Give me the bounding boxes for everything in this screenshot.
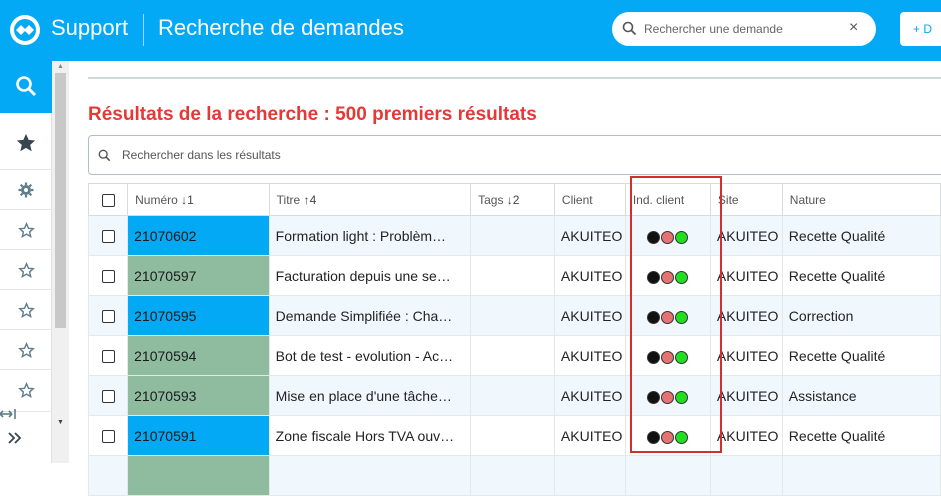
nature-cell: Recette Qualité	[781, 415, 941, 456]
site-cell	[709, 455, 783, 496]
row-select-cell[interactable]	[87, 255, 129, 296]
column-header-titre[interactable]: Titre ↑4	[268, 183, 472, 216]
numero-cell[interactable]: 21070593	[127, 375, 270, 416]
row-select-cell[interactable]	[87, 455, 129, 496]
table-row[interactable]: 21070602 Formation light : Problèm… AKUITE…	[87, 215, 941, 256]
sort-asc-icon: ↑4	[303, 192, 317, 207]
header-divider	[143, 14, 144, 46]
titre-cell[interactable]: Demande Simplifiée : Cha…	[268, 295, 472, 336]
global-search[interactable]: ×	[612, 12, 876, 46]
row-checkbox[interactable]	[101, 390, 115, 404]
sort-desc-icon: ↓2	[506, 192, 520, 207]
ind-client-highlight-box	[630, 176, 722, 453]
content-top-rule	[88, 77, 941, 79]
sidebar-favorites-button[interactable]	[0, 121, 52, 165]
row-checkbox[interactable]	[101, 430, 115, 444]
column-header-nature[interactable]: Nature	[781, 183, 941, 216]
results-search[interactable]	[88, 135, 941, 175]
sidebar-favorite-2[interactable]	[0, 249, 52, 289]
table-row[interactable]: 21070595 Demande Simplifiée : Cha… AKUITEO…	[87, 295, 941, 336]
titre-cell[interactable]: Mise en place d'une tâche…	[268, 375, 472, 416]
table-row[interactable]: 21070594 Bot de test - evolution - Ac… AKU…	[87, 335, 941, 376]
client-cell: AKUITEO	[553, 295, 626, 336]
tags-cell	[470, 415, 555, 456]
sidebar-scrollbar[interactable]: ▲ ▼	[52, 61, 69, 463]
search-icon	[622, 21, 637, 41]
tags-cell	[470, 455, 555, 496]
table-row[interactable]: 21070593 Mise en place d'une tâche… AKUITE…	[87, 375, 941, 416]
nature-cell: Recette Qualité	[781, 255, 941, 296]
client-cell: AKUITEO	[553, 215, 626, 256]
client-cell: AKUITEO	[553, 335, 626, 376]
row-checkbox[interactable]	[101, 350, 115, 364]
column-header-numero[interactable]: Numéro ↓1	[127, 183, 270, 216]
row-select-cell[interactable]	[87, 215, 129, 256]
table-row[interactable]: 21070591 Zone fiscale Hors TVA ouv… AKUITE…	[87, 415, 941, 456]
results-search-input[interactable]	[122, 146, 522, 164]
top-bar: Support Recherche de demandes × + D	[0, 0, 941, 61]
sort-desc-icon: ↓1	[181, 192, 194, 207]
table-row[interactable]: 21070597 Facturation depuis une se… AKUITE…	[87, 255, 941, 296]
support-logo-icon	[10, 15, 40, 45]
column-header-tags[interactable]: Tags ↓2	[470, 183, 555, 216]
ind-client-cell	[624, 455, 711, 496]
tags-cell	[470, 335, 555, 376]
sidebar-favorite-1[interactable]	[0, 209, 52, 249]
sidebar-favorite-4[interactable]	[0, 329, 52, 369]
numero-cell[interactable]: 21070591	[127, 415, 270, 456]
scrollbar-thumb[interactable]	[55, 73, 66, 328]
tags-cell	[470, 375, 555, 416]
client-cell: AKUITEO	[553, 415, 626, 456]
nature-cell: Recette Qualité	[781, 215, 941, 256]
table-header-row: Numéro ↓1 Titre ↑4 Tags ↓2 Client Ind. c…	[87, 183, 941, 216]
column-header-client[interactable]: Client	[553, 183, 626, 216]
global-search-input[interactable]	[644, 19, 844, 39]
select-all-header[interactable]	[87, 183, 129, 216]
tags-cell	[470, 215, 555, 256]
row-checkbox[interactable]	[101, 270, 115, 284]
client-cell: AKUITEO	[553, 375, 626, 416]
row-checkbox[interactable]	[101, 230, 115, 244]
row-checkbox[interactable]	[101, 310, 115, 324]
sidebar-search-button[interactable]	[0, 61, 52, 113]
table-row[interactable]	[87, 455, 941, 496]
titre-cell[interactable]: Zone fiscale Hors TVA ouv…	[268, 415, 472, 456]
numero-cell[interactable]: 21070594	[127, 335, 270, 376]
tags-cell	[470, 295, 555, 336]
nature-cell	[781, 455, 941, 496]
clear-search-icon[interactable]: ×	[849, 19, 858, 37]
results-table: Numéro ↓1 Titre ↑4 Tags ↓2 Client Ind. c…	[87, 183, 941, 496]
nature-cell: Recette Qualité	[781, 335, 941, 376]
scroll-down-icon[interactable]: ▼	[57, 419, 64, 426]
numero-cell[interactable]	[127, 455, 270, 496]
row-select-cell[interactable]	[87, 415, 129, 456]
select-all-checkbox[interactable]	[101, 193, 115, 207]
page-title: Recherche de demandes	[158, 15, 404, 40]
numero-cell[interactable]: 21070597	[127, 255, 270, 296]
new-request-button[interactable]: + D	[900, 12, 941, 46]
row-select-cell[interactable]	[87, 295, 129, 336]
results-title: Résultats de la recherche : 500 premiers…	[88, 104, 537, 125]
titre-cell[interactable]	[268, 455, 472, 496]
titre-cell[interactable]: Formation light : Problèm…	[268, 215, 472, 256]
titre-cell[interactable]: Facturation depuis une se…	[268, 255, 472, 296]
client-cell: AKUITEO	[553, 255, 626, 296]
sidebar-more-button[interactable]	[0, 432, 52, 463]
client-cell	[553, 455, 626, 496]
nature-cell: Correction	[781, 295, 941, 336]
sidebar-favorite-5[interactable]	[0, 369, 52, 409]
scroll-up-icon[interactable]: ▲	[57, 63, 64, 70]
titre-cell[interactable]: Bot de test - evolution - Ac…	[268, 335, 472, 376]
row-select-cell[interactable]	[87, 335, 129, 376]
app-title[interactable]: Support	[51, 15, 128, 41]
nature-cell: Assistance	[781, 375, 941, 416]
sidebar-favorite-3[interactable]	[0, 289, 52, 329]
numero-cell[interactable]: 21070602	[127, 215, 270, 256]
row-select-cell[interactable]	[87, 375, 129, 416]
sidebar	[0, 61, 52, 463]
numero-cell[interactable]: 21070595	[127, 295, 270, 336]
tags-cell	[470, 255, 555, 296]
sidebar-settings-button[interactable]	[0, 169, 52, 209]
